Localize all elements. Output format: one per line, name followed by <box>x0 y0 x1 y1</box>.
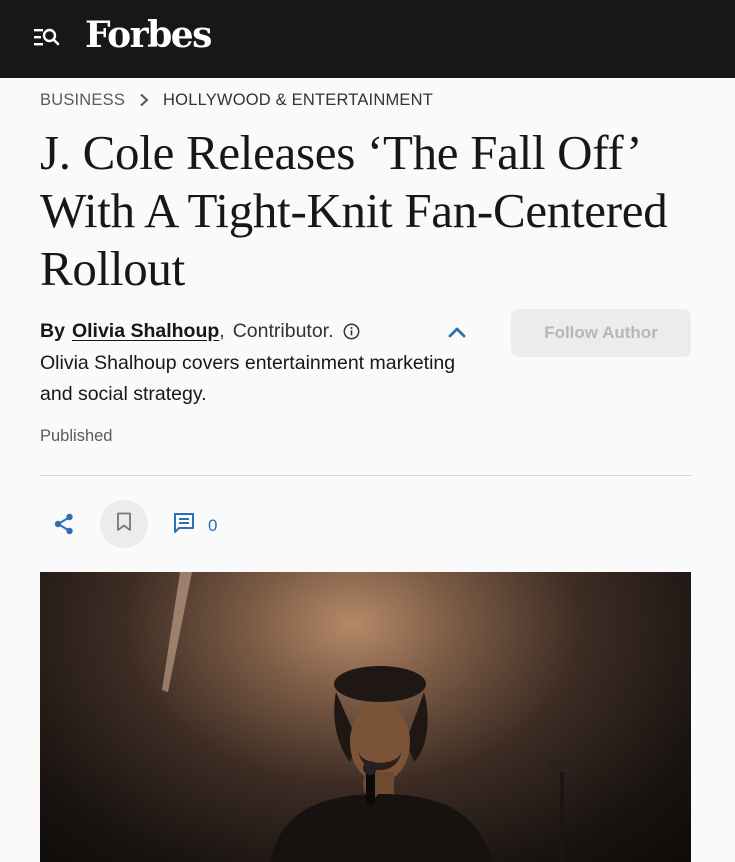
article-title: J. Cole Releases ‘The Fall Off’ With A T… <box>40 125 668 296</box>
breadcrumb-business-link[interactable]: BUSINESS <box>40 91 125 110</box>
hero-photo <box>40 572 691 862</box>
author-name-link[interactable]: Olivia Shalhoup <box>72 320 219 343</box>
info-icon[interactable] <box>343 323 360 340</box>
comment-count: 0 <box>208 515 218 535</box>
bookmark-icon <box>116 512 132 537</box>
menu-search-icon[interactable] <box>33 26 61 50</box>
share-icon[interactable] <box>50 510 78 538</box>
byline-prefix: By <box>40 320 65 342</box>
breadcrumb: BUSINESS HOLLYWOOD & ENTERTAINMENT <box>40 89 433 111</box>
chevron-up-icon[interactable] <box>446 322 468 342</box>
bookmark-button[interactable] <box>100 500 148 548</box>
comment-icon <box>172 511 196 540</box>
author-byline: By Olivia Shalhoup , Contributor. <box>40 320 360 343</box>
top-navigation-bar: Forbes <box>0 0 735 78</box>
author-bio: Olivia Shalhoup covers entertainment mar… <box>40 352 456 405</box>
chevron-right-icon <box>139 93 149 107</box>
divider <box>40 475 691 476</box>
published-label: Published <box>40 427 113 445</box>
follow-author-button[interactable]: Follow Author <box>511 309 691 357</box>
forbes-logo[interactable]: Forbes <box>85 14 212 56</box>
author-role: Contributor. <box>232 320 334 342</box>
comments-button[interactable]: 0 <box>172 511 217 540</box>
byline-comma: , <box>219 320 225 342</box>
breadcrumb-hollywood-link[interactable]: HOLLYWOOD & ENTERTAINMENT <box>163 91 433 110</box>
